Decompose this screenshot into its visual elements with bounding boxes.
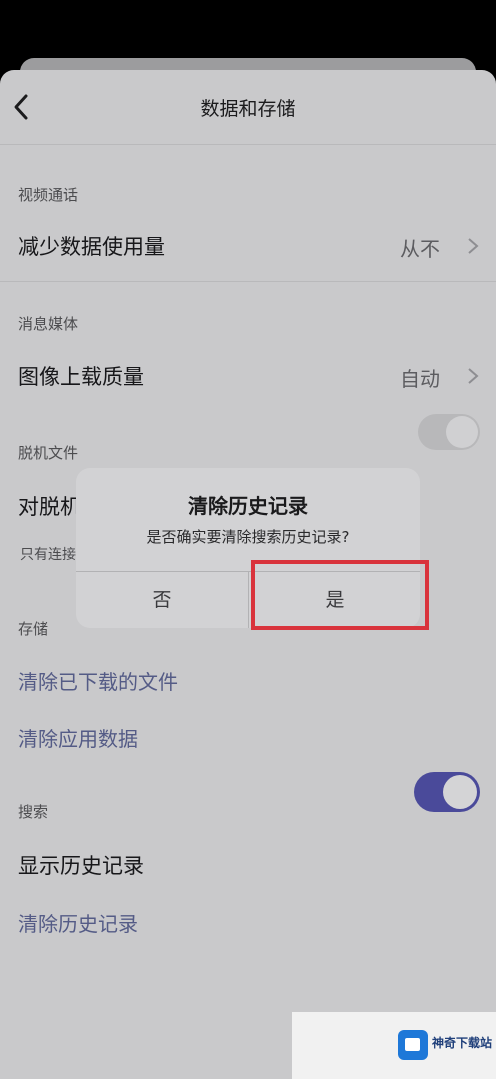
section-label-storage: 存储 bbox=[18, 620, 49, 638]
highlight-box bbox=[251, 560, 429, 630]
toggle-knob bbox=[446, 416, 478, 448]
section-label-video-call: 视频通话 bbox=[18, 186, 79, 204]
reduce-data-usage-label: 减少数据使用量 bbox=[18, 235, 165, 259]
reduce-data-usage-value: 从不 bbox=[400, 237, 440, 261]
section-label-offline: 脱机文件 bbox=[18, 444, 79, 462]
image-upload-quality-label: 图像上载质量 bbox=[18, 365, 144, 389]
offline-hint: 只有连接 bbox=[20, 547, 76, 563]
section-label-search: 搜索 bbox=[18, 803, 49, 821]
show-history-label: 显示历史记录 bbox=[18, 854, 144, 878]
clear-history-link[interactable]: 清除历史记录 bbox=[18, 908, 138, 937]
page-title: 数据和存储 bbox=[200, 98, 296, 120]
watermark-logo-icon bbox=[398, 1030, 428, 1060]
offline-files-label: 对脱机 bbox=[18, 495, 81, 519]
dialog-message: 是否确实要清除搜索历史记录? bbox=[146, 528, 350, 546]
offline-files-toggle[interactable] bbox=[418, 414, 480, 450]
clear-app-data-link[interactable]: 清除应用数据 bbox=[18, 723, 138, 752]
dialog-no-button[interactable]: 否 bbox=[76, 572, 248, 628]
section-label-media: 消息媒体 bbox=[18, 315, 79, 333]
image-upload-quality-value: 自动 bbox=[400, 367, 440, 391]
divider bbox=[0, 281, 496, 282]
chevron-right-icon bbox=[468, 238, 479, 254]
watermark-logo-inner bbox=[405, 1038, 420, 1051]
clear-downloaded-files-link[interactable]: 清除已下载的文件 bbox=[18, 666, 178, 695]
show-history-toggle[interactable] bbox=[414, 772, 480, 812]
chevron-right-icon bbox=[468, 368, 479, 384]
navigation-bar: 数据和存储 bbox=[0, 70, 496, 145]
toggle-knob bbox=[443, 775, 477, 809]
watermark-text: 神奇下载站 bbox=[432, 1036, 493, 1050]
dialog-title: 清除历史记录 bbox=[188, 494, 308, 518]
